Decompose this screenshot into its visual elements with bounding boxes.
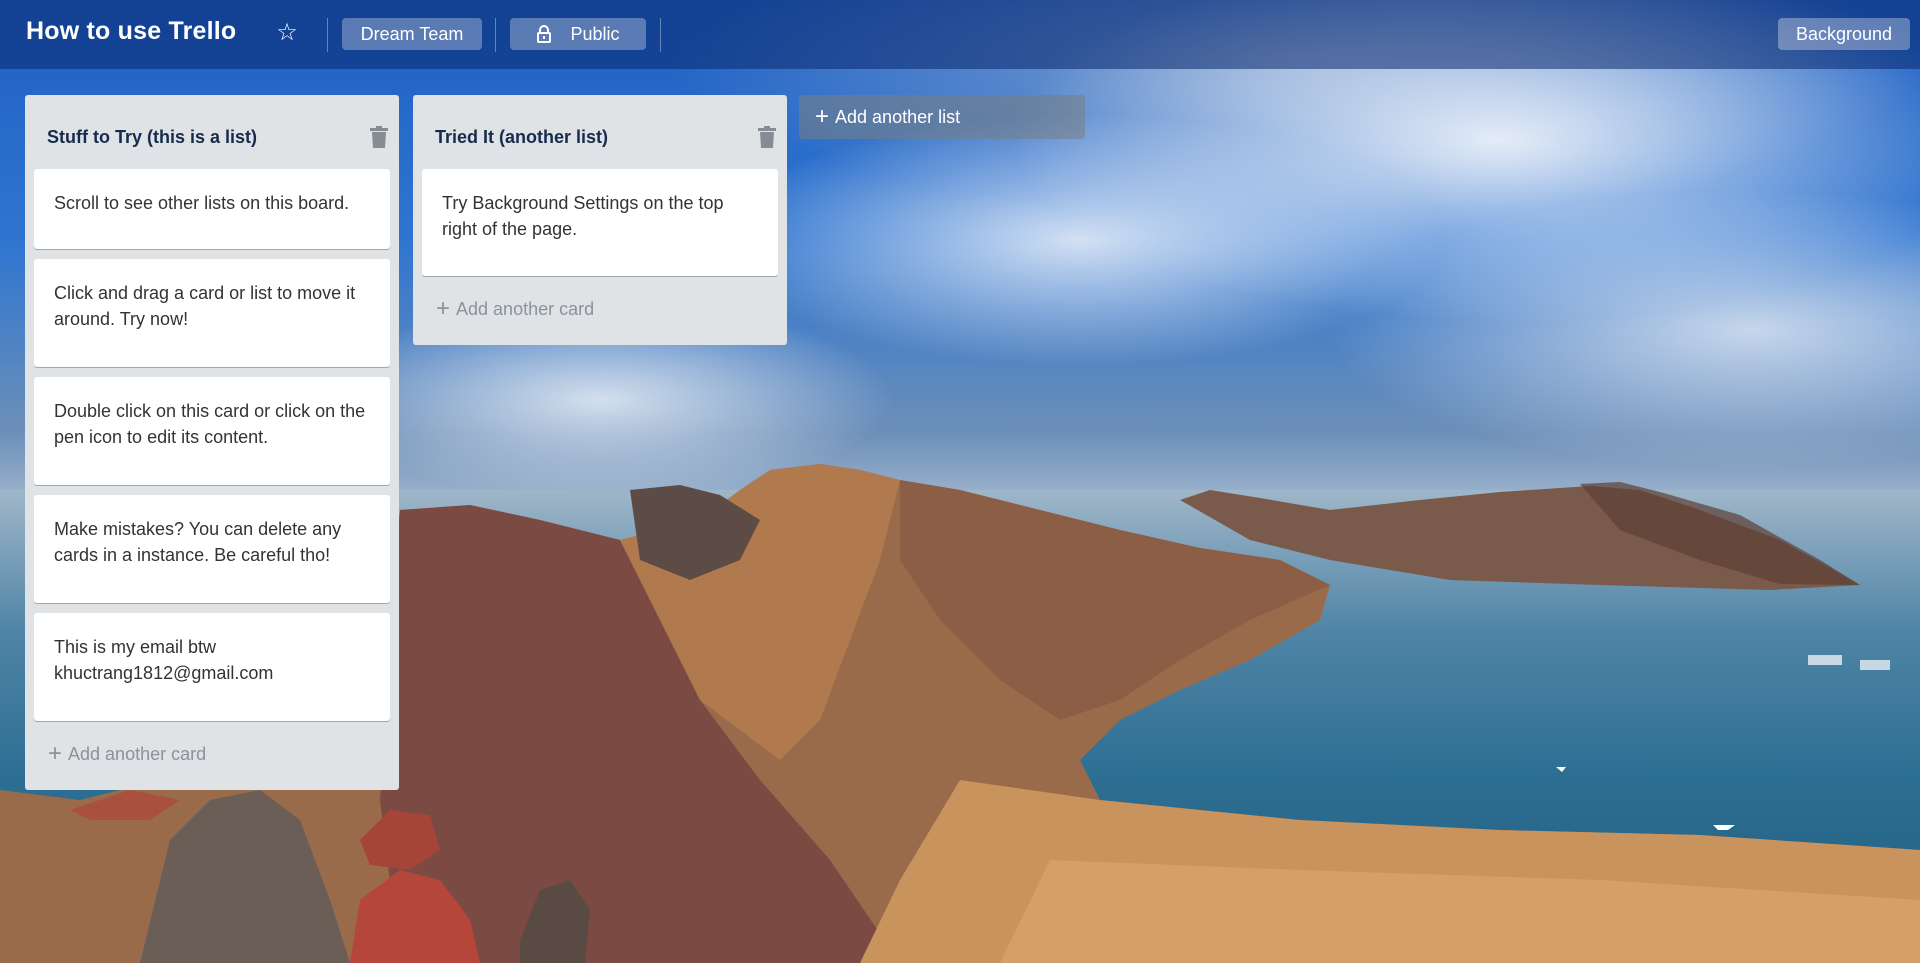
list-title[interactable]: Stuff to Try (this is a list)	[47, 127, 257, 148]
header-divider	[495, 18, 496, 52]
add-card-label: Add another card	[456, 298, 595, 319]
visibility-label: Public	[570, 24, 620, 44]
header-divider	[660, 18, 661, 52]
header-divider	[327, 18, 328, 52]
star-icon[interactable]: ☆	[272, 18, 302, 48]
card-list: Scroll to see other lists on this board.…	[34, 169, 390, 721]
add-card-button[interactable]: + Add another card	[34, 731, 390, 777]
list-tried-it[interactable]: Tried It (another list) Try Background S…	[413, 95, 787, 345]
trash-icon[interactable]	[758, 126, 776, 148]
visibility-button[interactable]: Public	[510, 18, 646, 50]
add-list-button[interactable]: + Add another list	[799, 95, 1085, 139]
lock-icon	[537, 25, 552, 43]
list-stuff-to-try[interactable]: Stuff to Try (this is a list) Scroll to …	[25, 95, 399, 790]
card[interactable]: Click and drag a card or list to move it…	[34, 259, 390, 367]
card[interactable]: Scroll to see other lists on this board.	[34, 169, 390, 249]
card[interactable]: Make mistakes? You can delete any cards …	[34, 495, 390, 603]
add-card-button[interactable]: + Add another card	[422, 286, 778, 332]
list-header: Stuff to Try (this is a list)	[34, 95, 390, 169]
list-header: Tried It (another list)	[422, 95, 778, 169]
board-title[interactable]: How to use Trello	[26, 17, 236, 46]
plus-icon: +	[436, 295, 451, 322]
add-card-label: Add another card	[68, 743, 207, 764]
card[interactable]: This is my email btw khuctrang1812@gmail…	[34, 613, 390, 721]
plus-icon: +	[48, 740, 63, 767]
list-title[interactable]: Tried It (another list)	[435, 127, 608, 148]
background-button[interactable]: Background	[1778, 18, 1910, 50]
trash-icon[interactable]	[370, 126, 388, 148]
add-list-label: Add another list	[835, 106, 961, 127]
team-button[interactable]: Dream Team	[342, 18, 482, 50]
card[interactable]: Double click on this card or click on th…	[34, 377, 390, 485]
card[interactable]: Try Background Settings on the top right…	[422, 169, 778, 276]
plus-icon: +	[815, 103, 830, 130]
card-list: Try Background Settings on the top right…	[422, 169, 778, 276]
board-header: How to use Trello ☆ Dream Team Public Ba…	[0, 0, 1920, 69]
